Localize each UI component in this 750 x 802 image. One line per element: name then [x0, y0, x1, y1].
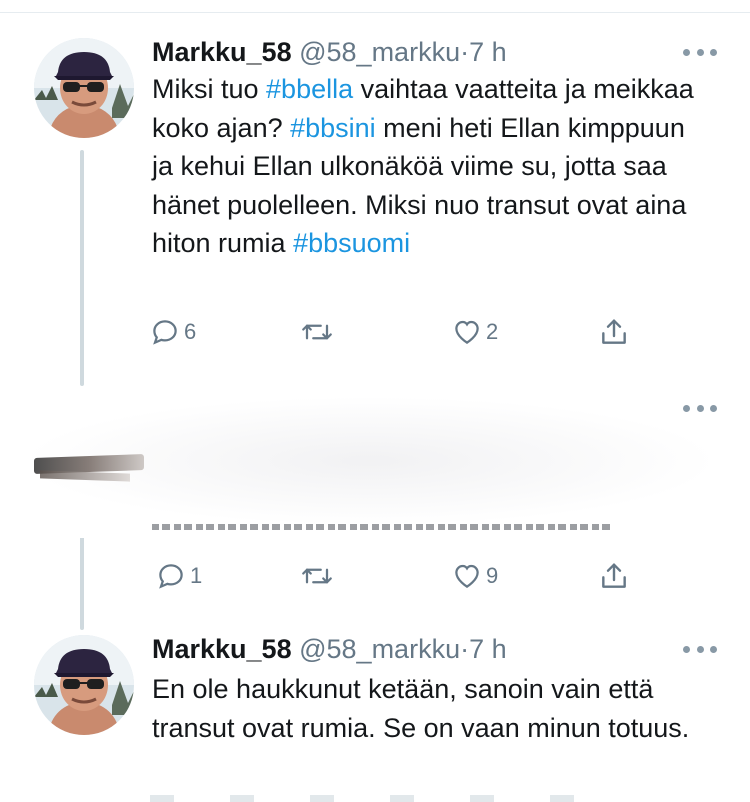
like-button[interactable]: 9 [452, 556, 498, 596]
tweet-actions: 1 9 [150, 556, 650, 596]
top-divider [0, 12, 750, 13]
display-name[interactable]: Markku_58 [152, 634, 292, 664]
hashtag-link[interactable]: #bbsuomi [293, 228, 410, 258]
tweet-actions: 6 2 [150, 312, 650, 352]
share-icon [602, 563, 626, 588]
tweet-header: Markku_58 @58_markku·7 h [152, 36, 507, 68]
separator-dot: · [460, 37, 470, 67]
heart-icon [455, 564, 479, 588]
tweet-header: Markku_58 @58_markku·7 h [152, 633, 507, 665]
retweet-button[interactable] [300, 556, 334, 596]
avatar[interactable] [34, 635, 134, 735]
hashtag-link[interactable]: #bbella [266, 74, 353, 104]
like-count: 2 [486, 319, 499, 344]
reply-icon [153, 320, 177, 345]
share-button[interactable] [598, 312, 630, 352]
retweet-icon [302, 324, 332, 340]
separator-dot: · [460, 634, 470, 664]
share-icon [602, 319, 626, 344]
more-icon[interactable] [683, 644, 717, 654]
cut-off-actions [150, 795, 630, 802]
like-count: 9 [486, 563, 499, 588]
tweet-text: Miksi tuo #bbella vaihtaa vaatteita ja m… [152, 74, 694, 258]
share-button[interactable] [598, 556, 630, 596]
reply-icon [159, 564, 183, 589]
thread-line [80, 532, 84, 630]
user-handle[interactable]: @58_markku [299, 634, 460, 664]
timestamp[interactable]: 7 h [469, 37, 507, 67]
more-icon[interactable] [683, 47, 717, 57]
timestamp[interactable]: 7 h [469, 634, 507, 664]
heart-icon [455, 320, 479, 344]
hashtag-link[interactable]: #bbsini [290, 113, 376, 143]
reply-button[interactable]: 1 [156, 556, 202, 596]
retweet-button[interactable] [300, 312, 334, 352]
avatar[interactable] [34, 38, 134, 138]
more-icon[interactable] [683, 403, 717, 413]
obscured-content [0, 388, 750, 538]
tweet-text: En ole haukkunut ketään, sanoin vain ett… [152, 674, 690, 743]
display-name[interactable]: Markku_58 [152, 37, 292, 67]
reply-button[interactable]: 6 [150, 312, 196, 352]
user-handle[interactable]: @58_markku [299, 37, 460, 67]
reply-count: 1 [190, 563, 203, 588]
thread-line [80, 150, 84, 386]
reply-count: 6 [184, 319, 197, 344]
like-button[interactable]: 2 [452, 312, 498, 352]
retweet-icon [302, 568, 332, 584]
cut-off-text [152, 516, 612, 530]
